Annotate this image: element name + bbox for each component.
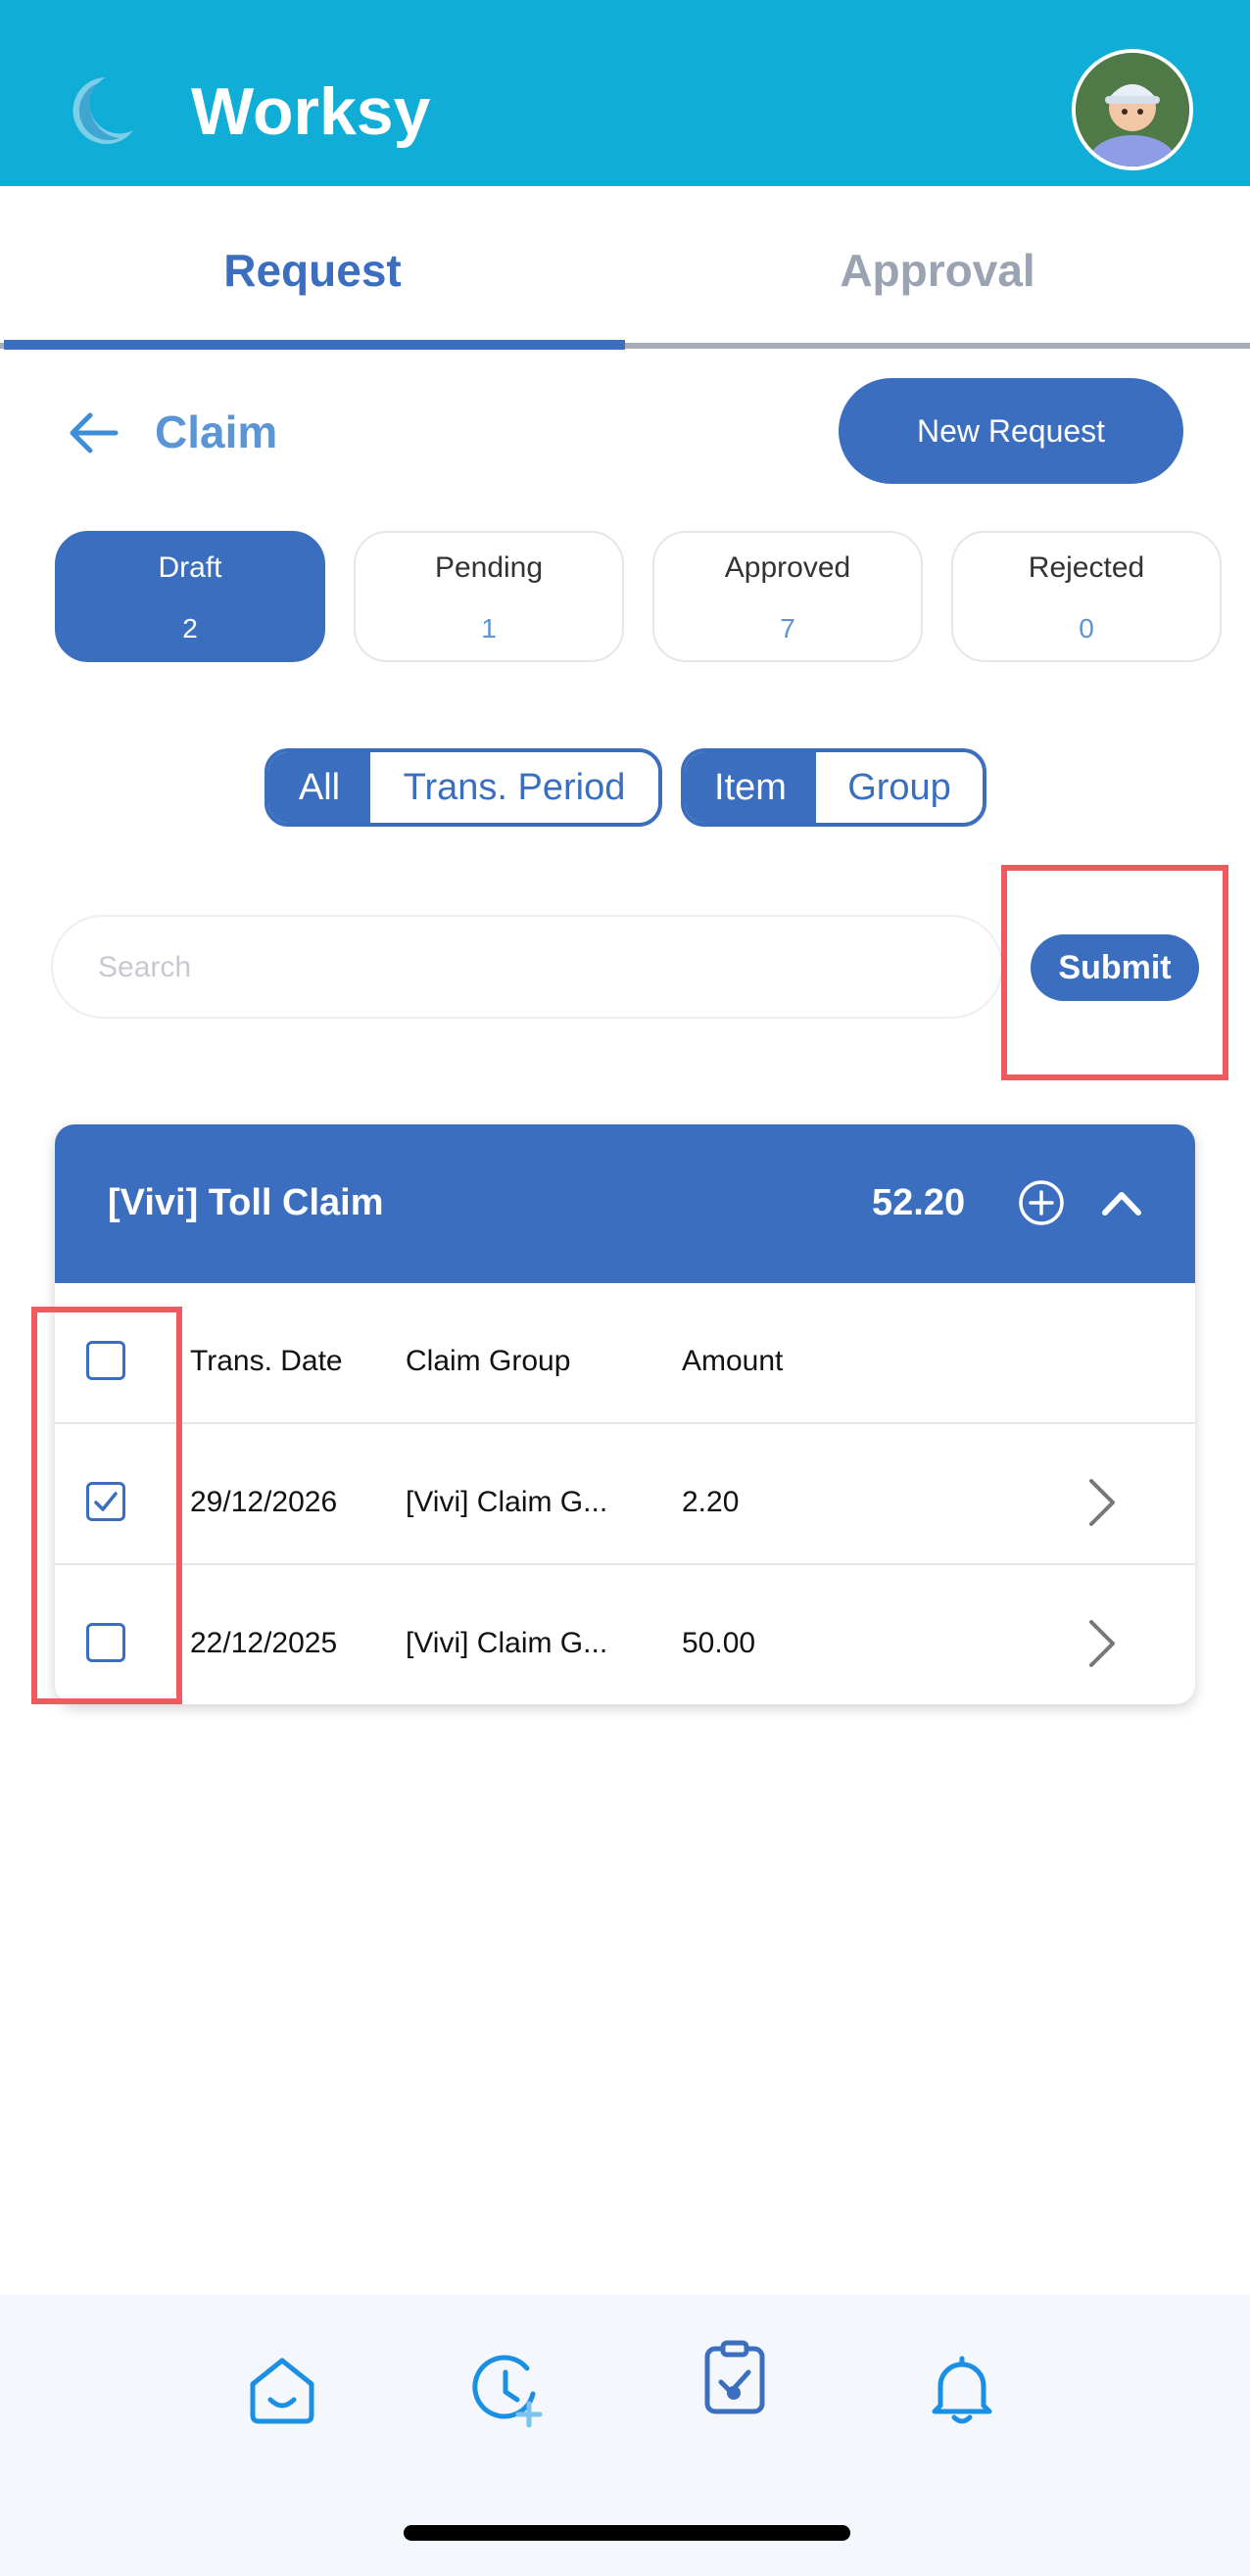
app-title: Worksy bbox=[191, 74, 431, 149]
chevron-right-icon[interactable] bbox=[1087, 1618, 1117, 1669]
chevron-up-icon[interactable] bbox=[1101, 1185, 1142, 1220]
app-header bbox=[0, 0, 1250, 186]
clipboard-check-icon[interactable] bbox=[696, 2339, 774, 2417]
bell-icon[interactable] bbox=[923, 2351, 1001, 2429]
status-card-draft[interactable]: Draft 2 bbox=[55, 531, 325, 662]
active-nav-indicator bbox=[727, 2386, 741, 2400]
row-divider bbox=[55, 1563, 1195, 1565]
row-amount: 50.00 bbox=[682, 1627, 756, 1659]
tab-active-indicator bbox=[4, 340, 625, 350]
filter-all[interactable]: All bbox=[268, 752, 370, 823]
tab-request[interactable]: Request bbox=[0, 235, 625, 306]
row-trans-date: 29/12/2026 bbox=[190, 1486, 338, 1518]
status-label: Approved bbox=[724, 551, 851, 584]
user-avatar[interactable] bbox=[1072, 49, 1193, 170]
claim-group-title: [Vivi] Toll Claim bbox=[108, 1182, 384, 1223]
avatar-illustration bbox=[1076, 53, 1189, 167]
status-count: 0 bbox=[1079, 613, 1094, 644]
column-header-amount: Amount bbox=[682, 1345, 784, 1377]
add-circle-icon[interactable] bbox=[1018, 1179, 1065, 1226]
status-label: Pending bbox=[434, 551, 544, 584]
filter-item[interactable]: Item bbox=[685, 752, 816, 823]
home-indicator bbox=[404, 2525, 850, 2541]
column-header-trans-date: Trans. Date bbox=[190, 1345, 343, 1377]
period-filter: All Trans. Period bbox=[264, 748, 662, 827]
view-filter: Item Group bbox=[681, 748, 986, 827]
row-divider bbox=[55, 1422, 1195, 1424]
status-label: Rejected bbox=[1028, 551, 1145, 584]
row-amount: 2.20 bbox=[682, 1486, 740, 1518]
chevron-right-icon[interactable] bbox=[1087, 1477, 1117, 1528]
status-count: 7 bbox=[780, 613, 795, 644]
search-input[interactable] bbox=[96, 917, 962, 1019]
home-icon[interactable] bbox=[243, 2351, 321, 2429]
moon-logo-icon bbox=[72, 77, 133, 144]
filter-group[interactable]: Group bbox=[816, 752, 983, 823]
status-count: 1 bbox=[481, 613, 497, 644]
claim-group-total: 52.20 bbox=[872, 1182, 966, 1223]
claim-group-card: [Vivi] Toll Claim 52.20 Trans. Date Clai… bbox=[55, 1124, 1195, 1704]
search-box bbox=[51, 915, 1003, 1019]
page-title: Claim bbox=[155, 406, 278, 457]
new-request-button[interactable]: New Request bbox=[839, 378, 1183, 484]
row-trans-date: 22/12/2025 bbox=[190, 1627, 338, 1659]
status-card-pending[interactable]: Pending 1 bbox=[354, 531, 624, 662]
status-count: 2 bbox=[182, 613, 198, 644]
submit-highlight-box bbox=[1001, 865, 1228, 1080]
row-claim-group: [Vivi] Claim G... bbox=[406, 1627, 608, 1659]
status-card-rejected[interactable]: Rejected 0 bbox=[951, 531, 1222, 662]
column-header-claim-group: Claim Group bbox=[406, 1345, 571, 1377]
clock-add-icon[interactable] bbox=[468, 2351, 547, 2429]
tab-approval[interactable]: Approval bbox=[625, 235, 1250, 306]
checkbox-highlight-box bbox=[31, 1307, 182, 1704]
filter-trans-period[interactable]: Trans. Period bbox=[370, 752, 658, 823]
status-label: Draft bbox=[158, 551, 222, 584]
status-card-approved[interactable]: Approved 7 bbox=[652, 531, 923, 662]
row-claim-group: [Vivi] Claim G... bbox=[406, 1486, 608, 1518]
back-arrow-icon[interactable] bbox=[67, 411, 120, 454]
